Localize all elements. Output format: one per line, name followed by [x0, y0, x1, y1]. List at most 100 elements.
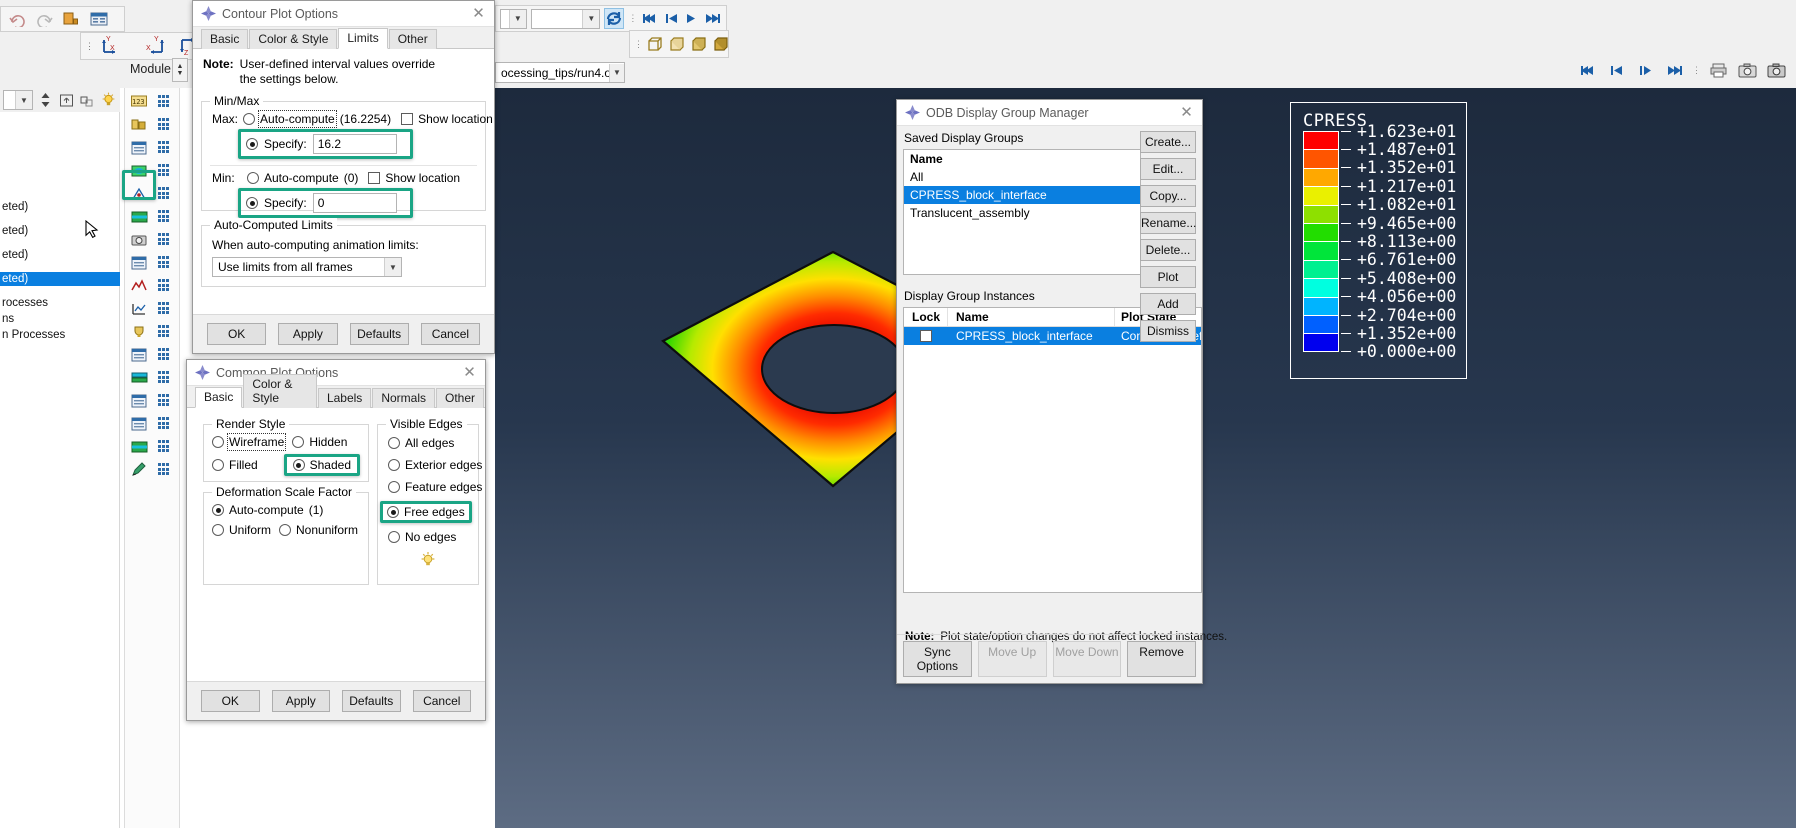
- animation-grid-icon[interactable]: [154, 229, 177, 250]
- create-button[interactable]: Create...: [1140, 131, 1196, 153]
- animation-icon[interactable]: [128, 229, 151, 250]
- contour-plot-tool-highlight[interactable]: [122, 170, 156, 200]
- material-grid-icon[interactable]: [154, 206, 177, 227]
- dismiss-button[interactable]: Dismiss: [1140, 320, 1196, 342]
- tab-other[interactable]: Other: [388, 29, 437, 49]
- all-edges-radio[interactable]: [388, 437, 400, 449]
- min-auto-radio[interactable]: [247, 172, 259, 184]
- plot-button[interactable]: Plot: [1140, 266, 1196, 288]
- common-dialog-titlebar[interactable]: Common Plot Options ✕: [187, 360, 485, 386]
- tab-color-style[interactable]: Color & Style: [243, 374, 317, 408]
- render-option-wireframe[interactable]: Wireframe: [212, 433, 287, 451]
- close-icon[interactable]: ✕: [469, 4, 488, 23]
- query-grid-icon[interactable]: [154, 252, 177, 273]
- tab-basic[interactable]: Basic: [195, 387, 243, 408]
- xy-grid-icon[interactable]: [154, 298, 177, 319]
- display-body-icon[interactable]: [128, 413, 151, 434]
- xy-data-icon[interactable]: [128, 298, 151, 319]
- render-option-filled[interactable]: Filled: [212, 458, 276, 472]
- shaded-cube-icon[interactable]: [712, 34, 731, 55]
- render-option-shaded[interactable]: Shaded: [283, 454, 360, 476]
- contour-grid-icon[interactable]: [154, 160, 177, 181]
- free-body-grid-icon[interactable]: [154, 344, 177, 365]
- view-axis-xy-icon[interactable]: YX: [97, 36, 133, 57]
- movie-capture-icon[interactable]: [1765, 60, 1788, 81]
- deform-nonuniform-radio[interactable]: [279, 524, 292, 536]
- section-grid-icon[interactable]: [154, 137, 177, 158]
- view-axis-yx-icon[interactable]: YX: [135, 36, 171, 57]
- deform-auto-radio[interactable]: [212, 504, 224, 516]
- min-specify-input[interactable]: 0: [312, 193, 397, 213]
- play-frame-icon[interactable]: [684, 8, 700, 29]
- last-frame-icon[interactable]: [704, 8, 722, 29]
- field-output-combo-2[interactable]: ▼: [530, 8, 601, 29]
- annotation-icon[interactable]: [128, 459, 151, 480]
- part-grid-icon[interactable]: [154, 114, 177, 135]
- hidden-radio[interactable]: [292, 436, 305, 448]
- wireframe-cube-icon[interactable]: [646, 34, 665, 55]
- redo-icon[interactable]: [33, 9, 56, 30]
- parent-folder-icon[interactable]: [58, 90, 75, 111]
- contour-plot-options-dialog[interactable]: Contour Plot Options ✕ Basic Color & Styl…: [192, 0, 495, 354]
- cancel-button[interactable]: Cancel: [412, 690, 471, 712]
- tab-normals[interactable]: Normals: [372, 388, 435, 408]
- module-spinner[interactable]: ▲ ▼: [172, 58, 188, 82]
- hidden-cube-icon[interactable]: [668, 34, 687, 55]
- max-specify-highlight[interactable]: Specify: 16.2: [238, 129, 413, 159]
- odb-display-group-manager-dialog[interactable]: ODB Display Group Manager ✕ Saved Displa…: [896, 99, 1227, 684]
- stress-linearization-icon[interactable]: [128, 367, 151, 388]
- rename-button[interactable]: Rename...: [1140, 212, 1196, 234]
- updown-arrows-icon[interactable]: [37, 90, 54, 111]
- copy-shapes-icon[interactable]: [79, 90, 96, 111]
- stress-grid-icon[interactable]: [154, 367, 177, 388]
- light-bulb-icon[interactable]: [100, 90, 117, 111]
- apply-button[interactable]: Apply: [278, 323, 338, 345]
- anim-play-icon[interactable]: [1634, 60, 1657, 81]
- contour-dialog-buttons[interactable]: OK Apply Defaults Cancel: [193, 314, 494, 353]
- remove-button[interactable]: Remove: [1127, 641, 1196, 677]
- camera-capture-icon[interactable]: [1736, 60, 1759, 81]
- model-tree-icon[interactable]: [60, 9, 83, 30]
- symbol-grid-icon[interactable]: [154, 183, 177, 204]
- part-display-icon[interactable]: [128, 114, 151, 135]
- edit-button[interactable]: Edit...: [1140, 158, 1196, 180]
- view-cut-icon[interactable]: [128, 390, 151, 411]
- odb-side-buttons[interactable]: Create... Edit... Copy... Rename... Delete..…: [1140, 131, 1196, 342]
- copy-button[interactable]: Copy...: [1140, 185, 1196, 207]
- field-output-toolbar[interactable]: ▼ ▼ ⋮: [495, 5, 727, 32]
- first-frame-icon[interactable]: [641, 8, 659, 29]
- print-icon[interactable]: [1707, 60, 1730, 81]
- odb-path-combo[interactable]: ocessing_tips/run4.odb ▼: [495, 62, 625, 83]
- tab-basic[interactable]: Basic: [201, 29, 249, 49]
- ok-button[interactable]: OK: [201, 690, 260, 712]
- anim-last-icon[interactable]: [1663, 60, 1686, 81]
- tab-other[interactable]: Other: [435, 388, 484, 408]
- common-dialog-tabs[interactable]: Basic Color & Style Labels Normals Other: [187, 374, 485, 408]
- defaults-button[interactable]: Defaults: [349, 323, 409, 345]
- free-body-icon[interactable]: [128, 344, 151, 365]
- query-icon[interactable]: [128, 252, 151, 273]
- color-code-icon[interactable]: [128, 436, 151, 457]
- shaded-radio[interactable]: [292, 459, 305, 471]
- render-option-hidden[interactable]: Hidden: [292, 435, 347, 449]
- path-grid-icon[interactable]: [154, 321, 177, 342]
- odb-dialog-titlebar[interactable]: ODB Display Group Manager ✕: [897, 100, 1202, 126]
- feature-edges-radio[interactable]: [388, 481, 400, 493]
- path-icon[interactable]: [128, 321, 151, 342]
- max-show-location-checkbox[interactable]: [401, 113, 414, 125]
- common-dialog-buttons[interactable]: OK Apply Defaults Cancel: [187, 681, 485, 720]
- viewport-combo[interactable]: ▼: [3, 90, 33, 110]
- tab-limits[interactable]: Limits: [338, 28, 388, 49]
- section-display-icon[interactable]: [128, 137, 151, 158]
- mesh-display-icon[interactable]: 123: [128, 91, 151, 112]
- edges-option-no-edges[interactable]: No edges: [384, 529, 472, 545]
- tab-labels[interactable]: Labels: [317, 388, 372, 408]
- sync-refresh-icon[interactable]: [604, 8, 625, 29]
- field-output-combo-1[interactable]: ▼: [500, 8, 527, 29]
- max-specify-input[interactable]: 16.2: [312, 134, 397, 154]
- viewport-selector-bar[interactable]: ▼: [0, 88, 120, 112]
- ok-button[interactable]: OK: [207, 323, 267, 345]
- filled-cube-icon[interactable]: [690, 34, 709, 55]
- deform-nonuniform-row[interactable]: Nonuniform: [279, 523, 358, 537]
- max-specify-radio[interactable]: [246, 138, 258, 150]
